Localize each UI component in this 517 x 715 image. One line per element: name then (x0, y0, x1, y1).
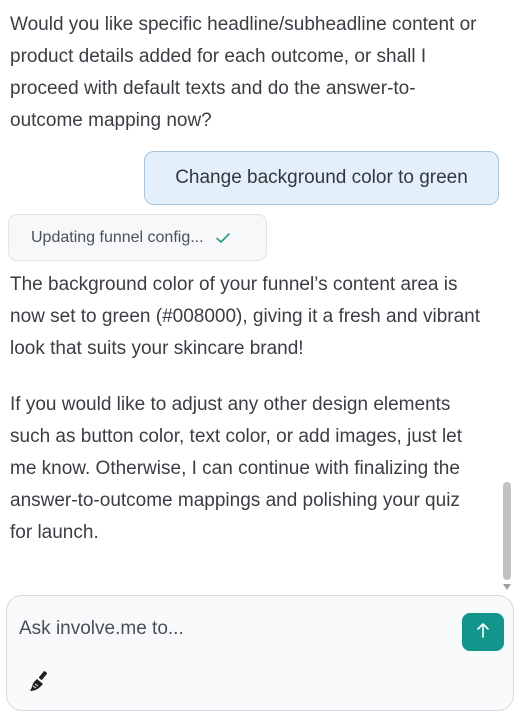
brush-button[interactable] (27, 670, 53, 696)
message-composer (6, 595, 514, 711)
chat-scrollbar[interactable] (502, 478, 513, 593)
status-indicator: Updating funnel config... (8, 214, 267, 261)
user-message-bubble: Change background color to green (144, 151, 499, 205)
assistant-message-reply-1: The background color of your funnel’s co… (10, 274, 481, 359)
assistant-message-intro: Would you like specific headline/subhead… (10, 14, 477, 131)
scrollbar-thumb[interactable] (503, 482, 511, 580)
arrow-up-icon (475, 621, 491, 644)
check-icon (214, 229, 232, 247)
status-text: Updating funnel config... (31, 228, 204, 246)
chat-panel: Would you like specific headline/subhead… (0, 0, 517, 715)
scroll-down-arrow-icon[interactable] (503, 584, 511, 590)
message-input[interactable] (19, 614, 439, 644)
send-button[interactable] (462, 613, 504, 651)
assistant-message-reply-2: If you would like to adjust any other de… (10, 394, 463, 543)
brush-icon (28, 669, 52, 698)
user-message-text: Change background color to green (175, 167, 468, 188)
